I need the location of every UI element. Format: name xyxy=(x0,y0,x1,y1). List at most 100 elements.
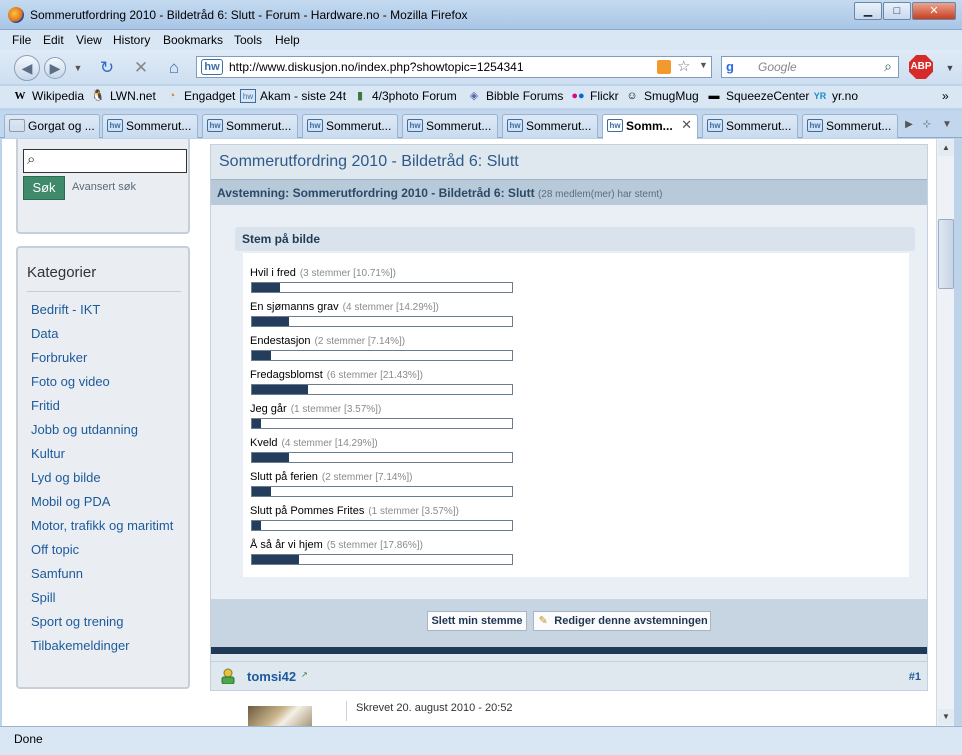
tab-active[interactable]: hw Somm... ✕ xyxy=(602,114,698,139)
menu-view[interactable]: View xyxy=(76,33,102,47)
category-link[interactable]: Jobb og utdanning xyxy=(31,422,181,438)
option-name: En sjømanns grav xyxy=(250,301,339,313)
bookmark-bibble[interactable]: ◈ Bibble Forums xyxy=(466,89,564,103)
vote-header-label: Stem på bilde xyxy=(242,232,321,246)
close-window-button[interactable]: ✕ xyxy=(912,2,956,20)
poll-option-bar xyxy=(251,282,513,293)
tab-7[interactable]: hw Sommerut... xyxy=(702,114,798,138)
option-vote-count: (6 stemmer [21.43%]) xyxy=(326,370,423,381)
bookmark-yr[interactable]: YR yr.no xyxy=(812,89,858,103)
hw-icon: hw xyxy=(707,119,723,132)
tab-8[interactable]: hw Sommerut... xyxy=(802,114,898,138)
bookmark-label: LWN.net xyxy=(110,89,156,103)
category-link[interactable]: Lyd og bilde xyxy=(31,470,181,486)
bookmark-smugmug[interactable]: ☺ SmugMug xyxy=(624,89,698,103)
home-icon[interactable]: ⌂ xyxy=(164,58,184,78)
bookmark-flickr[interactable]: ●● Flickr xyxy=(570,89,618,103)
tab-list-icon[interactable]: ⊹ xyxy=(920,115,934,135)
tab-label: Sommerut... xyxy=(426,119,492,133)
squeeze-icon: ▬ xyxy=(708,90,720,102)
bookmark-engadget[interactable]: ◔ Engadget xyxy=(164,89,236,103)
search-placeholder[interactable]: Google xyxy=(758,60,797,74)
menu-history[interactable]: History xyxy=(113,33,150,47)
category-link[interactable]: Motor, trafikk og maritimt xyxy=(31,518,181,534)
edit-poll-label: Rediger denne avstemningen xyxy=(554,615,708,627)
tab-4[interactable]: hw Sommerut... xyxy=(402,114,498,138)
category-link[interactable]: Data xyxy=(31,326,181,342)
tab-label: Sommerut... xyxy=(826,119,892,133)
topic-panel: Sommerutfordring 2010 - Bildetråd 6: Slu… xyxy=(210,144,928,664)
menu-bookmarks[interactable]: Bookmarks xyxy=(163,33,223,47)
site-favicon-icon: hw xyxy=(201,59,223,75)
tab-2[interactable]: hw Sommerut... xyxy=(202,114,298,138)
rss-feed-icon[interactable] xyxy=(657,60,671,74)
bookmark-akam[interactable]: hw Akam - siste 24t xyxy=(240,89,346,103)
tux-icon: 🐧 xyxy=(91,90,105,102)
tab-3[interactable]: hw Sommerut... xyxy=(302,114,398,138)
bookmark-squeezecenter[interactable]: ▬ SqueezeCenter xyxy=(706,89,810,103)
scrollbar-thumb[interactable] xyxy=(938,219,954,289)
category-link[interactable]: Off topic xyxy=(31,542,181,558)
menu-tools[interactable]: Tools xyxy=(234,33,262,47)
category-link[interactable]: Spill xyxy=(31,590,181,606)
post-username[interactable]: tomsi42 xyxy=(247,669,296,684)
search-button[interactable]: Søk xyxy=(23,176,65,200)
bookmark-star-icon[interactable]: ☆ xyxy=(677,57,690,75)
close-tab-icon[interactable]: ✕ xyxy=(681,117,692,133)
url-dropdown-icon[interactable]: ▼ xyxy=(699,60,708,70)
bookmark-43photo[interactable]: ▮ 4/3photo Forum xyxy=(352,89,457,103)
photo-icon: ▮ xyxy=(356,90,364,102)
forward-button[interactable]: ▶ xyxy=(44,57,66,79)
menu-file[interactable]: File xyxy=(12,33,31,47)
poll-bar-fill xyxy=(252,555,299,564)
google-icon[interactable]: g xyxy=(726,59,744,75)
post-number[interactable]: #1 xyxy=(909,671,921,683)
avatar[interactable] xyxy=(248,706,312,726)
poll-bar-fill xyxy=(252,419,262,428)
minimize-button[interactable]: ▁ xyxy=(854,2,882,20)
search-bar[interactable]: g Google ⌕ xyxy=(721,56,899,78)
feed-icon: ◔ xyxy=(168,90,176,102)
tab-list-dropdown-icon[interactable]: ▼ xyxy=(940,115,954,135)
history-dropdown-icon[interactable]: ▼ xyxy=(68,58,88,78)
back-button[interactable]: ◀ xyxy=(14,55,40,81)
scroll-up-icon[interactable]: ▲ xyxy=(938,140,954,156)
scroll-down-icon[interactable]: ▼ xyxy=(938,709,954,725)
advanced-search-link[interactable]: Avansert søk xyxy=(72,181,136,193)
delete-vote-button[interactable]: Slett min stemme xyxy=(427,611,527,631)
category-link[interactable]: Samfunn xyxy=(31,566,181,582)
bookmark-label: Akam - siste 24t xyxy=(260,89,347,103)
maximize-button[interactable]: □ xyxy=(883,2,911,20)
tab-scroll-right-icon[interactable]: ▶ xyxy=(902,115,916,135)
option-vote-count: (3 stemmer [10.71%]) xyxy=(299,268,396,279)
url-text[interactable]: http://www.diskusjon.no/index.php?showto… xyxy=(229,60,524,74)
url-bar[interactable]: hw http://www.diskusjon.no/index.php?sho… xyxy=(196,56,712,78)
menu-help[interactable]: Help xyxy=(275,33,300,47)
category-link[interactable]: Mobil og PDA xyxy=(31,494,181,510)
bookmarks-toolbar: W Wikipedia 🐧 LWN.net ◔ Engadget hw Akam - s… xyxy=(0,86,962,108)
tab-0[interactable]: Gorgat og ... xyxy=(4,114,100,138)
category-link[interactable]: Forbruker xyxy=(31,350,181,366)
category-link[interactable]: Bedrift - IKT xyxy=(31,302,181,318)
bookmarks-overflow-icon[interactable]: » xyxy=(942,89,949,103)
hw-icon: hw xyxy=(207,119,223,132)
category-link[interactable]: Tilbakemeldinger xyxy=(31,638,181,654)
category-link[interactable]: Fritid xyxy=(31,398,181,414)
bookmark-lwn[interactable]: 🐧 LWN.net xyxy=(90,89,156,103)
toolbar-dropdown-icon[interactable]: ▼ xyxy=(940,58,960,78)
tab-5[interactable]: hw Sommerut... xyxy=(502,114,598,138)
bookmark-wikipedia[interactable]: W Wikipedia xyxy=(12,89,85,103)
search-icon[interactable]: ⌕ xyxy=(884,58,892,75)
forum-search-input[interactable]: ⌕ xyxy=(23,149,187,173)
vertical-scrollbar[interactable]: ▲ ▼ xyxy=(936,139,954,726)
tab-1[interactable]: hw Sommerut... xyxy=(102,114,198,138)
external-link-icon[interactable]: ↗ xyxy=(301,670,308,679)
category-link[interactable]: Kultur xyxy=(31,446,181,462)
menu-edit[interactable]: Edit xyxy=(43,33,64,47)
reload-icon[interactable]: ↻ xyxy=(97,58,117,78)
category-link[interactable]: Sport og trening xyxy=(31,614,181,630)
edit-poll-button[interactable]: ✎ Rediger denne avstemningen xyxy=(533,611,711,631)
category-link[interactable]: Foto og video xyxy=(31,374,181,390)
poll-option-bar xyxy=(251,452,513,463)
stop-icon[interactable]: ✕ xyxy=(131,58,151,78)
